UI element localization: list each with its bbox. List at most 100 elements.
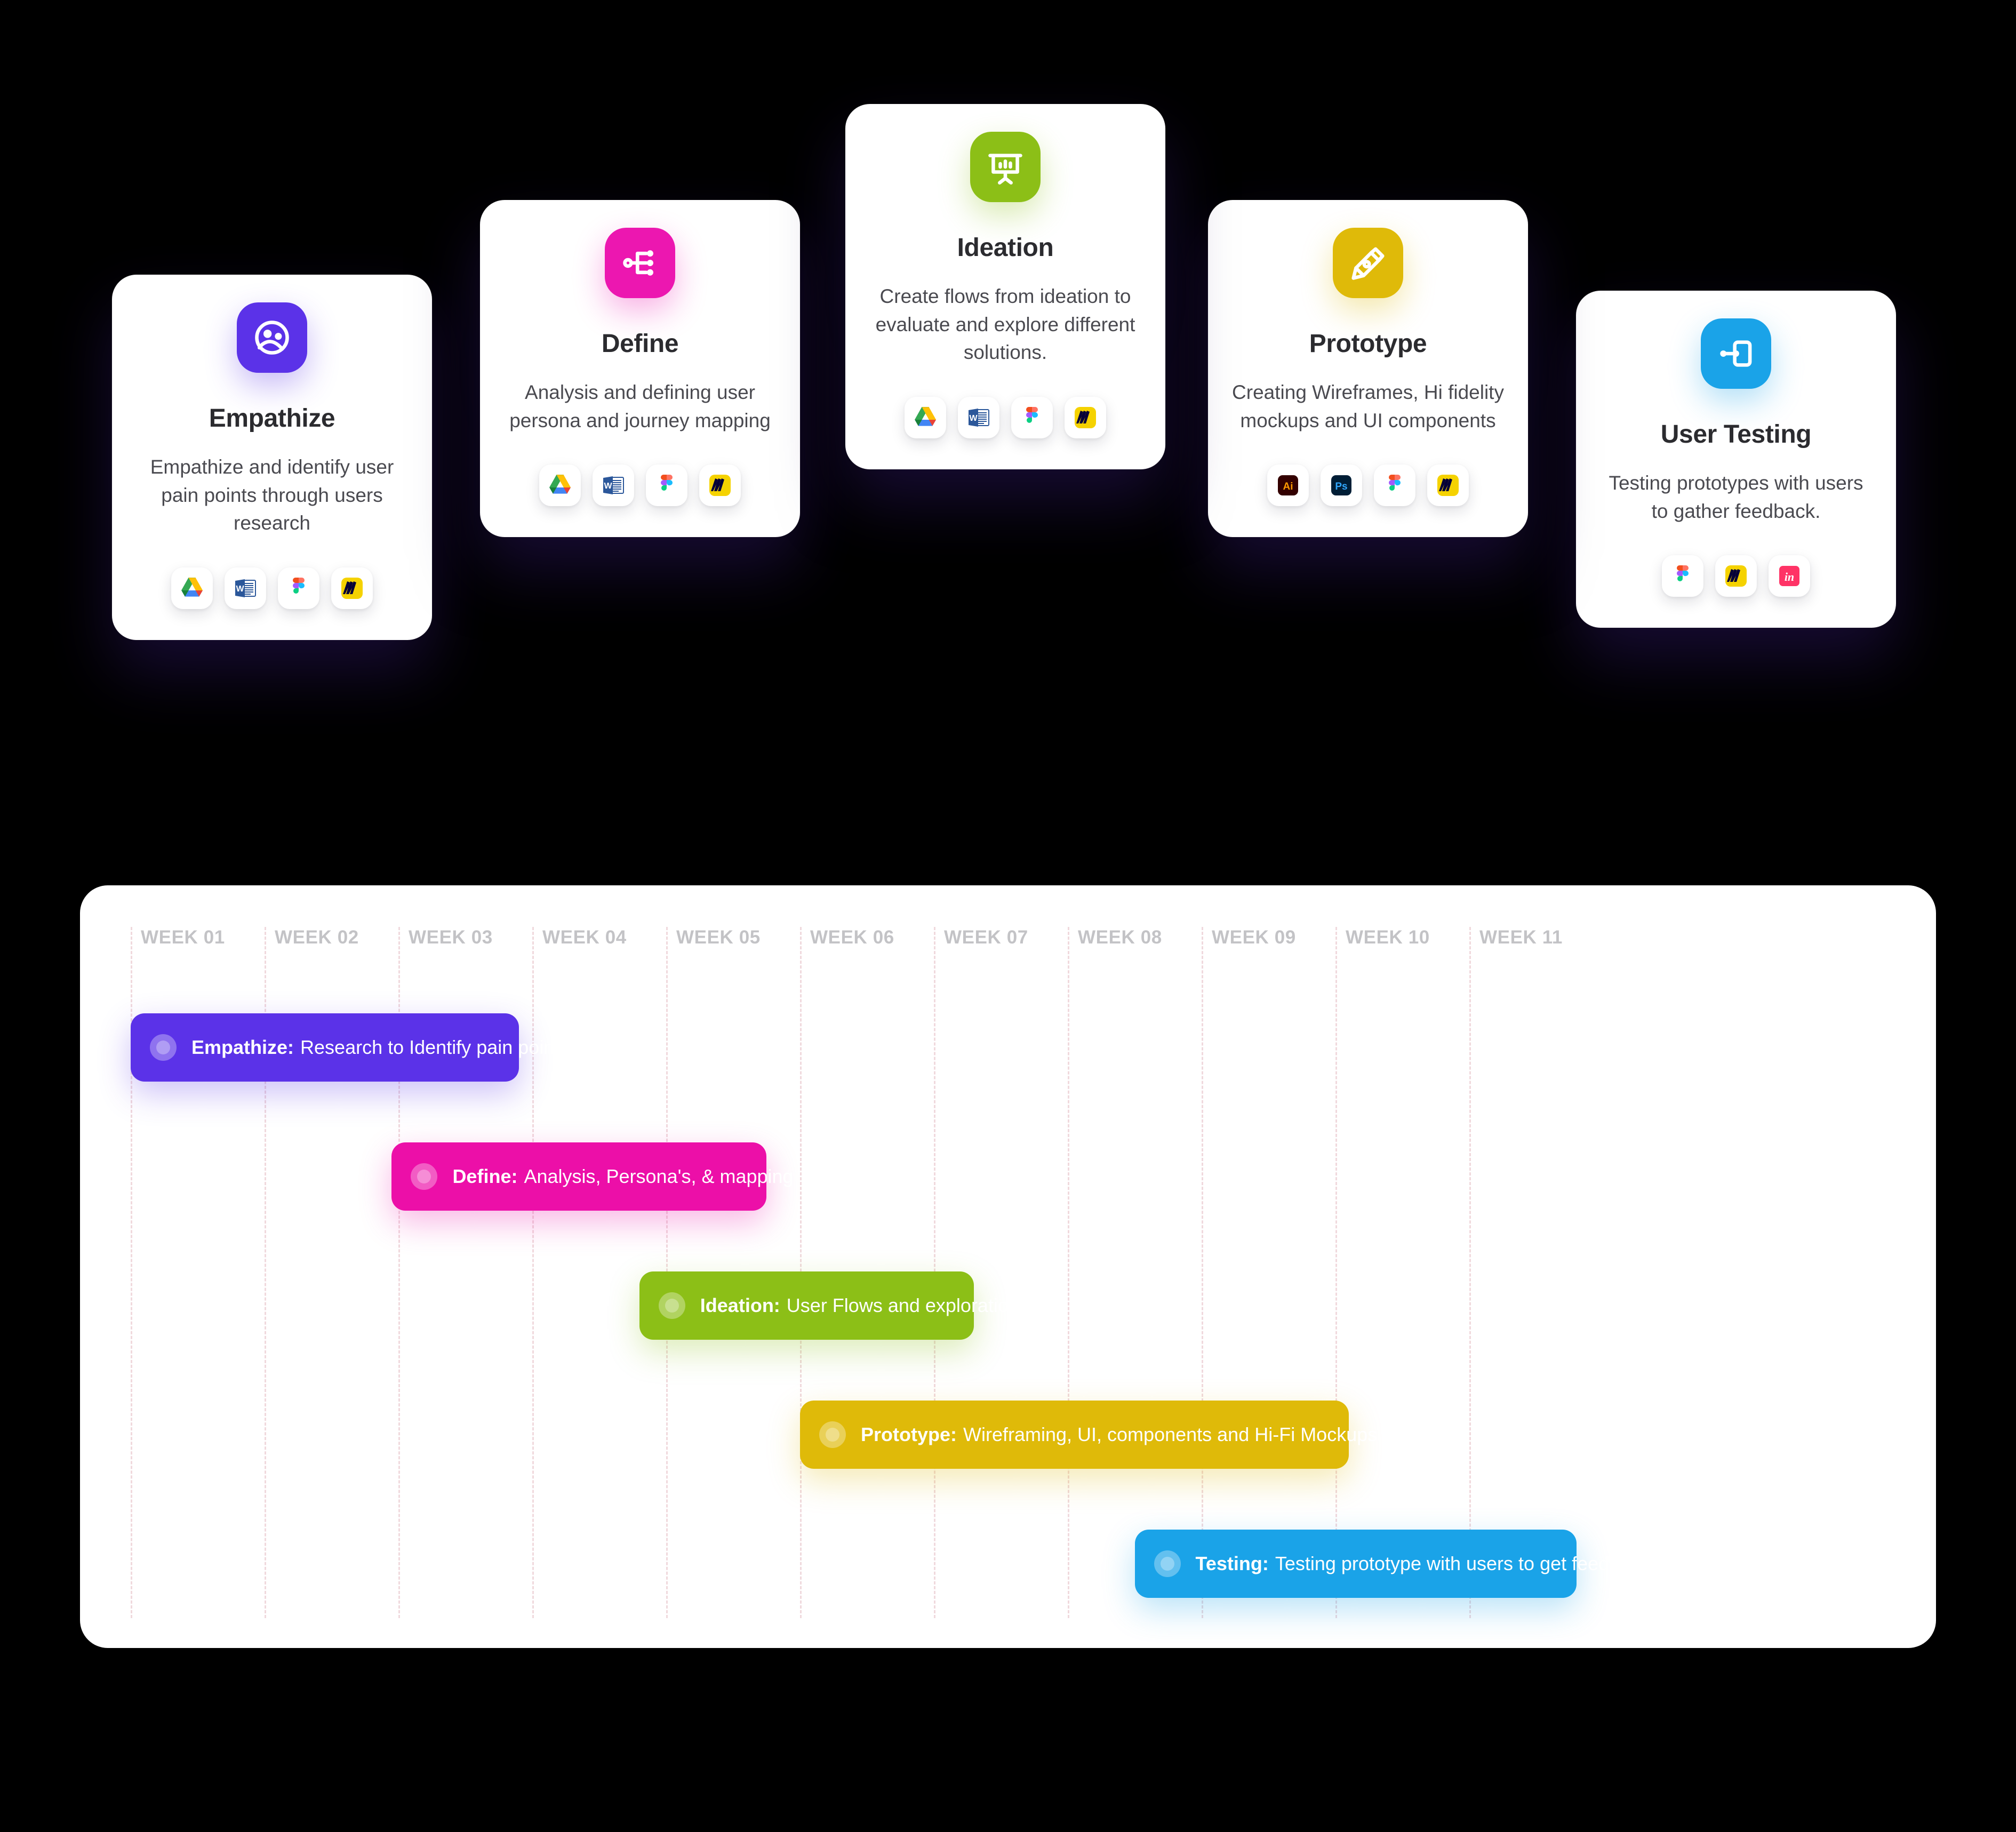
bar-phase-label: Prototype: [861, 1423, 957, 1445]
bar-task-label: User Flows and exploration [786, 1294, 1019, 1316]
week-column-10: WEEK 10 [1335, 927, 1429, 1618]
tool-chip-google-drive[interactable] [539, 465, 581, 507]
figma-icon [1670, 563, 1695, 589]
tool-chip-figma[interactable] [646, 465, 687, 507]
ms-word-icon: W [233, 575, 258, 601]
miro-icon [1073, 405, 1098, 430]
card-tools-define: W [539, 465, 741, 507]
card-body-user-testing: User Testing Testing prototypes with use… [1576, 291, 1896, 628]
week-label-4: WEEK 04 [542, 927, 627, 948]
process-card-define[interactable]: Define Analysis and defining user person… [480, 200, 800, 538]
miro-icon [1435, 473, 1461, 498]
gantt-bar-empathize[interactable]: Empathize: Research to Identify pain poi… [131, 1013, 569, 1082]
ms-word-icon: W [966, 405, 991, 430]
sitemap-branching-icon [605, 228, 675, 298]
bar-status-dot [658, 1292, 685, 1319]
tool-chip-miro[interactable] [1065, 396, 1106, 438]
bar-phase-label: Ideation: [700, 1294, 780, 1316]
tool-chip-miro[interactable] [1427, 465, 1469, 507]
card-description-ideation: Create flows from ideation to evaluate a… [875, 285, 1135, 364]
miro-icon [707, 473, 733, 498]
card-body-define: Define Analysis and defining user person… [480, 200, 800, 538]
tool-chip-google-drive[interactable] [171, 567, 213, 609]
process-card-empathize[interactable]: Empathize Empathize and identify user pa… [112, 275, 432, 640]
card-tools-empathize: W [171, 567, 373, 609]
design-process-infographic: Empathize Empathize and identify user pa… [0, 0, 2016, 1832]
week-column-4: WEEK 04 [532, 927, 626, 1618]
tool-chip-ms-word[interactable]: W [225, 567, 266, 609]
card-body-ideation: Ideation Create flows from ideation to e… [845, 104, 1165, 469]
gantt-bar-define[interactable]: Define: Analysis, Persona's, & mapping [391, 1142, 794, 1211]
week-column-9: WEEK 09 [1202, 927, 1295, 1618]
card-title-user-testing: User Testing [1660, 420, 1812, 449]
tool-chip-ms-word[interactable]: W [593, 465, 634, 507]
bar-phase-label: Define: [452, 1165, 518, 1187]
tool-chip-figma[interactable] [1011, 396, 1053, 438]
card-tools-user-testing: in [1662, 555, 1810, 597]
tool-chip-miro[interactable] [331, 567, 373, 609]
process-card-ideation[interactable]: Ideation Create flows from ideation to e… [845, 104, 1165, 469]
card-title-ideation: Ideation [957, 234, 1054, 262]
bar-task-label: Analysis, Persona's, & mapping [524, 1165, 794, 1187]
card-title-empathize: Empathize [209, 404, 335, 433]
week-label-8: WEEK 08 [1078, 927, 1162, 948]
tool-chip-miro[interactable] [699, 465, 741, 507]
figma-icon [1382, 473, 1407, 498]
bar-task-label: Testing prototype with users to get feed… [1275, 1553, 1650, 1574]
google-drive-icon [179, 575, 205, 601]
week-label-10: WEEK 10 [1346, 927, 1430, 948]
empathize-people-icon [237, 302, 307, 373]
week-column-8: WEEK 08 [1068, 927, 1162, 1618]
gantt-bar-ideation[interactable]: Ideation: User Flows and exploration [639, 1271, 1019, 1340]
week-column-11: WEEK 11 [1469, 927, 1562, 1618]
svg-text:Ps: Ps [1335, 481, 1347, 492]
card-body-prototype: Prototype Creating Wireframes, Hi fideli… [1208, 200, 1528, 538]
google-drive-icon [547, 473, 573, 498]
week-label-3: WEEK 03 [409, 927, 493, 948]
ms-word-icon: W [601, 473, 626, 498]
tool-chip-figma[interactable] [278, 567, 319, 609]
tool-chip-figma[interactable] [1374, 465, 1415, 507]
presentation-board-icon [970, 132, 1041, 202]
process-card-prototype[interactable]: Prototype Creating Wireframes, Hi fideli… [1208, 200, 1528, 538]
week-label-6: WEEK 06 [810, 927, 894, 948]
gantt-bar-prototype[interactable]: Prototype: Wireframing, UI, components a… [800, 1401, 1377, 1469]
week-label-7: WEEK 07 [944, 927, 1028, 948]
miro-icon [339, 575, 365, 601]
bar-task-label: Research to Identify pain points [300, 1036, 570, 1058]
card-title-prototype: Prototype [1309, 330, 1427, 358]
card-title-define: Define [601, 330, 679, 358]
card-tools-ideation: W [905, 396, 1106, 438]
tool-chip-adobe-illustrator[interactable]: Ai [1267, 465, 1309, 507]
bar-status-dot [1154, 1550, 1181, 1577]
prototype-link-icon [1701, 318, 1771, 389]
card-description-define: Analysis and defining user persona and j… [509, 381, 771, 431]
week-label-11: WEEK 11 [1479, 927, 1563, 948]
svg-text:W: W [604, 482, 612, 491]
gantt-bar-testing[interactable]: Testing: Testing prototype with users to… [1134, 1530, 1650, 1598]
adobe-photoshop-icon: Ps [1329, 473, 1354, 498]
bar-status-dot [819, 1421, 846, 1448]
tool-chip-miro[interactable] [1715, 555, 1757, 597]
week-label-2: WEEK 02 [275, 927, 359, 948]
pen-nib-icon [1333, 228, 1403, 298]
tool-chip-ms-word[interactable]: W [958, 396, 999, 438]
svg-text:in: in [1785, 570, 1794, 583]
google-drive-icon [913, 405, 938, 430]
tool-chip-google-drive[interactable] [905, 396, 946, 438]
tool-chip-invision[interactable]: in [1769, 555, 1810, 597]
figma-icon [654, 473, 679, 498]
process-card-user-testing[interactable]: User Testing Testing prototypes with use… [1576, 291, 1896, 628]
svg-text:W: W [236, 585, 244, 594]
card-description-prototype: Creating Wireframes, Hi fidelity mockups… [1232, 381, 1504, 431]
svg-text:W: W [969, 414, 978, 423]
timeline-section: WEEK 01 WEEK 02 WEEK 03 WEEK 04 WEEK 05 WEEK … [80, 885, 1936, 1648]
miro-icon [1723, 563, 1749, 589]
tool-chip-figma[interactable] [1662, 555, 1703, 597]
process-cards-row: Empathize Empathize and identify user pa… [0, 0, 2016, 832]
tool-chip-adobe-photoshop[interactable]: Ps [1321, 465, 1362, 507]
adobe-illustrator-icon: Ai [1275, 473, 1301, 498]
bar-status-dot [411, 1163, 438, 1190]
svg-text:Ai: Ai [1283, 481, 1293, 492]
figma-icon [286, 575, 311, 601]
